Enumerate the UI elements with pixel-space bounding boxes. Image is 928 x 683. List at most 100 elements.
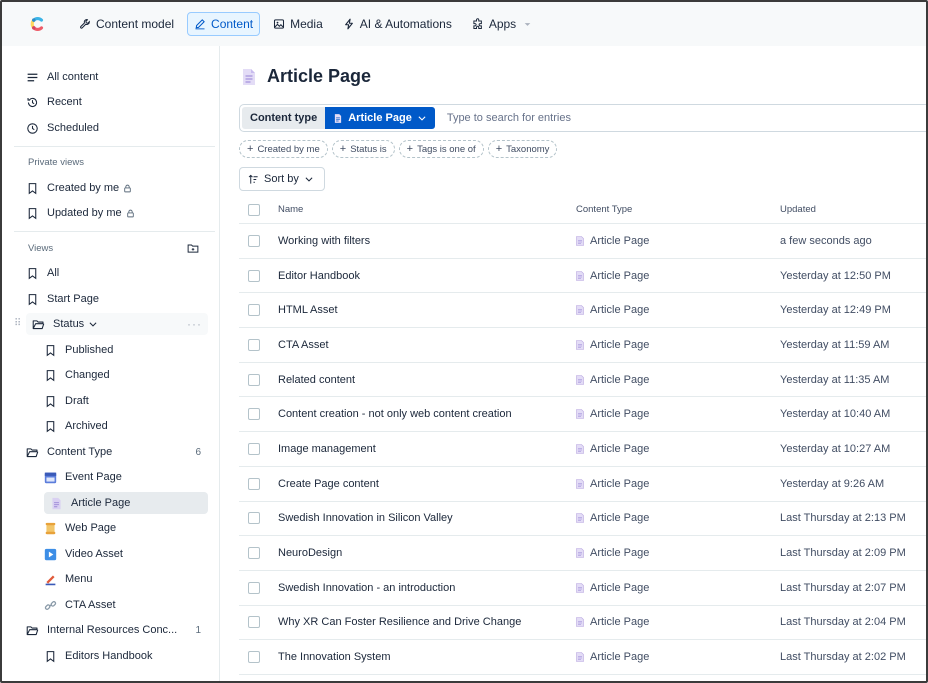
select-all-checkbox[interactable] — [248, 203, 260, 216]
sidebar-folder-content-type[interactable]: Content Type 6 — [26, 441, 207, 463]
drag-handle-icon[interactable]: ⠿ — [14, 318, 21, 329]
search-input[interactable] — [446, 112, 747, 124]
contentful-logo-icon[interactable] — [26, 13, 48, 35]
sidebar-item-recent[interactable]: Recent — [26, 91, 207, 113]
entry-name[interactable]: HTML Asset — [278, 304, 576, 316]
sidebar-item-start-page[interactable]: Start Page — [26, 288, 207, 310]
sidebar-item-published[interactable]: Published — [44, 339, 207, 361]
sidebar-item-event-page[interactable]: Event Page — [44, 466, 207, 488]
table-row[interactable]: Working with filters Article Page a few … — [239, 224, 926, 259]
sidebar-item-updated-by-me[interactable]: Updated by me — [26, 202, 207, 224]
entry-content-type: Article Page — [576, 443, 780, 455]
row-checkbox[interactable] — [248, 338, 260, 351]
filter-status-is[interactable]: + Status is — [331, 140, 395, 158]
filter-created-by-me[interactable]: + Created by me — [239, 140, 328, 158]
filter-chip-value-label: Article Page — [348, 112, 412, 124]
filter-chip-content-type[interactable]: Content type — [242, 107, 326, 129]
row-checkbox[interactable] — [248, 547, 260, 560]
row-checkbox[interactable] — [248, 234, 260, 247]
sidebar-item-changed[interactable]: Changed — [44, 364, 207, 386]
nav-apps[interactable]: Apps — [465, 12, 539, 36]
table-row[interactable]: Related content Article Page Yesterday a… — [239, 363, 926, 398]
row-checkbox[interactable] — [248, 304, 260, 317]
entry-updated: Yesterday at 11:59 AM — [780, 338, 890, 351]
sidebar-item-web-page[interactable]: Web Page — [44, 517, 207, 539]
row-select-cell — [239, 581, 278, 594]
row-checkbox[interactable] — [248, 269, 260, 282]
page-header: Article Page — [241, 66, 371, 87]
entry-name[interactable]: The Innovation System — [278, 651, 576, 663]
chevron-down-icon[interactable] — [88, 319, 98, 329]
bookmark-icon — [28, 267, 37, 279]
sidebar-folder-status[interactable]: Status ··· — [26, 313, 208, 335]
table-row[interactable]: CTA Asset Article Page Yesterday at 11:5… — [239, 328, 926, 363]
filter-chip-value[interactable]: Article Page — [325, 107, 435, 129]
table-row[interactable]: Content creation - not only web content … — [239, 397, 926, 433]
table-row[interactable]: Image management Article Page Yesterday … — [239, 432, 926, 467]
entry-name[interactable]: Content creation - not only web content … — [278, 408, 576, 420]
row-checkbox[interactable] — [248, 408, 260, 421]
sidebar-item-all[interactable]: All — [26, 262, 207, 284]
sidebar-folder-label: Internal Resources Conc... — [47, 624, 178, 636]
nav-media[interactable]: Media — [266, 12, 330, 36]
column-header-content-type[interactable]: Content Type — [576, 204, 780, 215]
search-bar[interactable]: Content type Article Page — [239, 104, 926, 132]
row-checkbox[interactable] — [248, 373, 260, 386]
entry-content-type: Article Page — [576, 304, 780, 316]
entry-name[interactable]: Create Page content — [278, 478, 576, 490]
sidebar-item-all-content[interactable]: All content — [26, 66, 207, 88]
entry-name[interactable]: Editor Handbook — [278, 270, 576, 282]
sidebar-item-menu[interactable]: Menu — [44, 568, 207, 590]
table-row[interactable]: Swedish Innovation in Silicon Valley Art… — [239, 502, 926, 537]
sidebar-item-draft[interactable]: Draft — [44, 390, 207, 412]
sidebar-item-editors-handbook[interactable]: Editors Handbook — [44, 645, 207, 667]
row-checkbox[interactable] — [248, 442, 260, 455]
nav-ai-automations[interactable]: AI & Automations — [336, 12, 459, 36]
entry-content-type-label: Article Page — [590, 269, 650, 282]
table-row[interactable]: Swedish Innovation - an introduction Art… — [239, 571, 926, 606]
row-checkbox[interactable] — [248, 651, 260, 664]
column-header-updated[interactable]: Updated — [780, 204, 926, 215]
row-checkbox[interactable] — [248, 616, 260, 629]
filter-taxonomy[interactable]: + Taxonomy — [487, 140, 558, 158]
filter-tags-is-one-of[interactable]: + Tags is one of — [398, 140, 484, 158]
entry-name[interactable]: Related content — [278, 374, 576, 386]
sort-by-button[interactable]: Sort by — [239, 167, 325, 191]
entry-name[interactable]: Swedish Innovation in Silicon Valley — [278, 512, 576, 524]
table-row[interactable]: Why XR Can Foster Resilience and Drive C… — [239, 606, 926, 641]
folder-count: 1 — [195, 624, 201, 636]
sidebar-item-label: Article Page — [71, 497, 131, 509]
sidebar-item-created-by-me[interactable]: Created by me — [26, 177, 207, 199]
row-checkbox[interactable] — [248, 581, 260, 594]
table-row[interactable]: The Innovation System Article Page Last … — [239, 640, 926, 675]
sidebar-item-scheduled[interactable]: Scheduled — [26, 117, 207, 139]
nav-content-model[interactable]: Content model — [72, 12, 181, 36]
add-folder-icon[interactable] — [187, 242, 199, 254]
row-checkbox[interactable] — [248, 512, 260, 525]
table-row[interactable]: Editor Handbook Article Page Yesterday a… — [239, 259, 926, 294]
entry-name[interactable]: CTA Asset — [278, 339, 576, 351]
sidebar-folder-internal-resources[interactable]: Internal Resources Conc... 1 — [26, 619, 207, 641]
entry-name[interactable]: NeuroDesign — [278, 547, 576, 559]
sidebar-item-cta-asset[interactable]: CTA Asset — [44, 594, 207, 616]
column-header-name[interactable]: Name — [278, 204, 576, 215]
row-select-cell — [239, 234, 278, 247]
sidebar-item-archived[interactable]: Archived — [44, 415, 207, 437]
table-row[interactable]: HTML Asset Article Page Yesterday at 12:… — [239, 293, 926, 329]
row-select-cell — [239, 651, 278, 664]
sidebar-item-label: Updated by me — [47, 207, 122, 219]
entry-name[interactable]: Swedish Innovation - an introduction — [278, 582, 576, 594]
table-row[interactable]: NeuroDesign Article Page Last Thursday a… — [239, 536, 926, 571]
sidebar-item-article-page[interactable]: Article Page — [44, 492, 208, 514]
link-icon — [44, 600, 57, 610]
row-select-cell — [239, 547, 278, 560]
entry-name[interactable]: Working with filters — [278, 235, 576, 247]
more-options-icon[interactable]: ··· — [187, 317, 202, 331]
table-row[interactable]: Create Page content Article Page Yesterd… — [239, 467, 926, 502]
nav-content[interactable]: Content — [187, 12, 261, 36]
row-checkbox[interactable] — [248, 477, 260, 490]
sidebar-item-video-asset[interactable]: Video Asset — [44, 543, 207, 565]
entry-name[interactable]: Image management — [278, 443, 576, 455]
entry-name[interactable]: Why XR Can Foster Resilience and Drive C… — [278, 616, 576, 628]
entry-content-type: Article Page — [576, 374, 780, 386]
